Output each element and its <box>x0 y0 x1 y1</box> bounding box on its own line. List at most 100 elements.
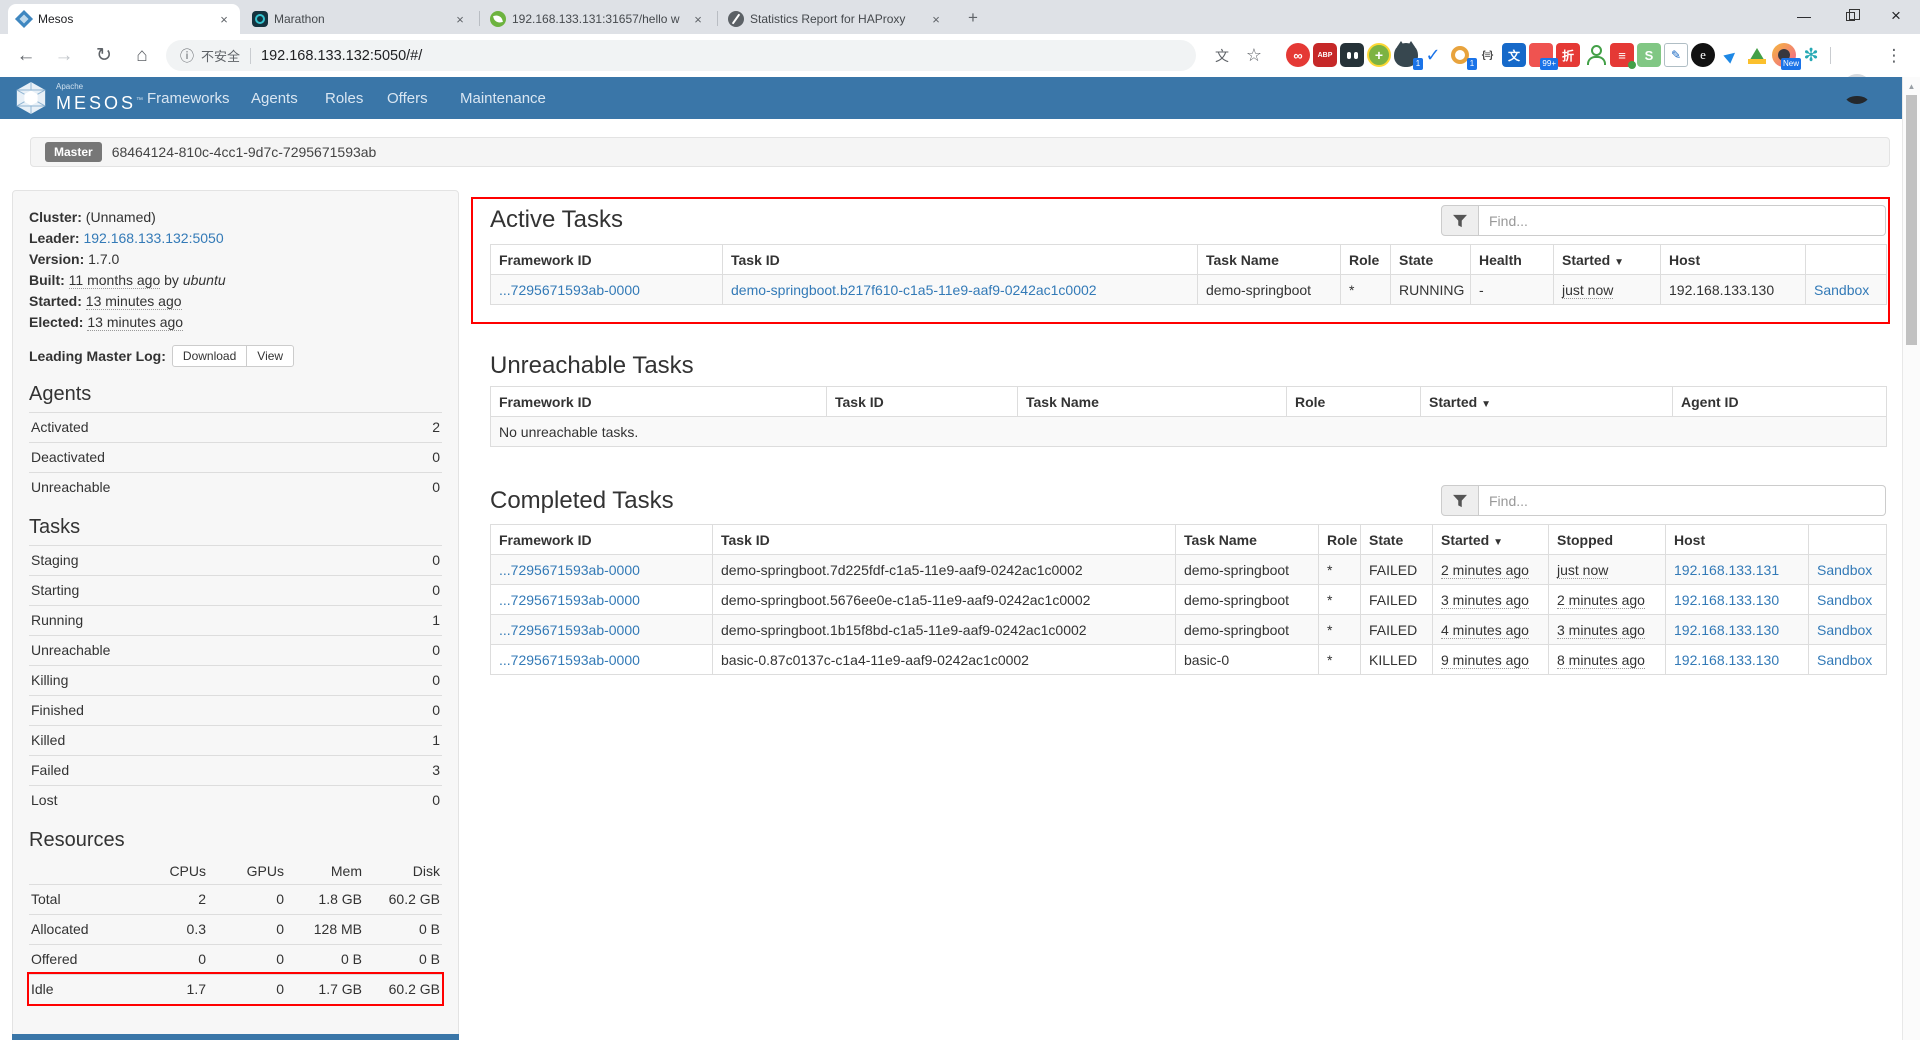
extension-note-pencil-icon[interactable]: ✎ <box>1664 43 1688 67</box>
tab-close-icon[interactable]: × <box>928 12 944 27</box>
log-download-button[interactable]: Download <box>172 345 247 367</box>
bookmark-star-icon[interactable]: ☆ <box>1240 34 1268 77</box>
nav-item-offers[interactable]: Offers <box>387 77 428 119</box>
page-scrollbar[interactable]: ▲ <box>1902 77 1920 1040</box>
col-started[interactable]: Started ▼ <box>1421 387 1673 417</box>
log-view-button[interactable]: View <box>246 345 294 367</box>
address-bar[interactable]: ⓘ 不安全 192.168.133.132:5050/#/ <box>166 40 1196 71</box>
window-close-button[interactable]: × <box>1873 0 1919 32</box>
col-sandbox[interactable] <box>1806 245 1887 275</box>
framework-id-link[interactable]: ...7295671593ab-0000 <box>499 592 640 608</box>
active-tasks-find-input[interactable] <box>1479 205 1886 236</box>
framework-id-link[interactable]: ...7295671593ab-0000 <box>499 652 640 668</box>
host-link[interactable]: 192.168.133.130 <box>1674 652 1779 668</box>
extension-share-icon[interactable]: ▶ <box>1718 43 1742 67</box>
col-task-id[interactable]: Task ID <box>723 245 1198 275</box>
nav-item-frameworks[interactable]: Frameworks <box>147 77 230 119</box>
sandbox-link[interactable]: Sandbox <box>1817 652 1872 668</box>
extension-s-icon[interactable]: S <box>1637 43 1661 67</box>
nav-item-maintenance[interactable]: Maintenance <box>460 77 546 119</box>
col-stopped[interactable]: Stopped <box>1549 525 1666 555</box>
tab-haproxy-stats[interactable]: Statistics Report for HAProxy × <box>720 4 952 34</box>
unreachable-tasks-title: Unreachable Tasks <box>490 352 694 380</box>
col-sandbox[interactable] <box>1809 525 1887 555</box>
col-task-name[interactable]: Task Name <box>1198 245 1341 275</box>
col-health[interactable]: Health <box>1471 245 1554 275</box>
completed-tasks-find-input[interactable] <box>1479 485 1886 516</box>
extension-camera-icon[interactable]: New <box>1772 43 1796 67</box>
scrollbar-thumb[interactable] <box>1906 95 1917 345</box>
extension-translate-icon[interactable]: 文 <box>1502 43 1526 67</box>
extension-green-plus-icon[interactable]: + <box>1367 43 1391 67</box>
new-tab-button[interactable]: + <box>960 6 986 30</box>
browser-menu-icon[interactable]: ⋮ <box>1886 34 1902 77</box>
extension-check-icon[interactable]: ✓ <box>1421 43 1445 67</box>
framework-id-link[interactable]: ...7295671593ab-0000 <box>499 282 640 298</box>
extension-person-icon[interactable] <box>1583 43 1607 67</box>
site-info-icon[interactable]: ⓘ <box>180 46 194 66</box>
window-minimize-button[interactable]: — <box>1781 0 1827 32</box>
window-restore-button[interactable] <box>1827 0 1873 32</box>
tab-spring-hello[interactable]: 192.168.133.131:31657/hello w × <box>482 4 714 34</box>
host-link[interactable]: 192.168.133.130 <box>1674 622 1779 638</box>
active-tasks-find-group <box>1441 205 1886 236</box>
framework-id-link[interactable]: ...7295671593ab-0000 <box>499 562 640 578</box>
home-icon[interactable]: ⌂ <box>124 34 160 77</box>
extension-cat-icon[interactable]: 1 <box>1394 43 1418 67</box>
sandbox-link[interactable]: Sandbox <box>1814 282 1869 298</box>
extension-e-icon[interactable]: e <box>1691 43 1715 67</box>
col-framework-id[interactable]: Framework ID <box>491 525 713 555</box>
nav-item-roles[interactable]: Roles <box>325 77 363 119</box>
tab-close-icon[interactable]: × <box>690 12 706 27</box>
forward-icon[interactable]: → <box>46 34 82 77</box>
tab-mesos[interactable]: Mesos × <box>8 4 240 34</box>
col-role[interactable]: Role <box>1287 387 1421 417</box>
extension-coupon-zhe-icon[interactable]: 折 <box>1556 43 1580 67</box>
extension-infinity-icon[interactable]: ∞ <box>1286 43 1310 67</box>
sandbox-link[interactable]: Sandbox <box>1817 562 1872 578</box>
extension-drive-icon[interactable] <box>1745 43 1769 67</box>
tab-marathon[interactable]: Marathon × <box>244 4 476 34</box>
col-framework-id[interactable]: Framework ID <box>491 387 827 417</box>
leader-link[interactable]: 192.168.133.132:5050 <box>83 230 223 246</box>
mesos-brand[interactable]: Apache MESOS™ <box>14 81 146 115</box>
back-icon[interactable]: ← <box>8 34 44 77</box>
host-link[interactable]: 192.168.133.130 <box>1674 592 1779 608</box>
leading-master-log-row: Leading Master Log: Download View <box>29 343 442 369</box>
filter-icon[interactable] <box>1441 205 1479 236</box>
col-role[interactable]: Role <box>1341 245 1391 275</box>
host-link[interactable]: 192.168.133.131 <box>1674 562 1779 578</box>
extension-tasklist-icon[interactable]: ≡ <box>1610 43 1634 67</box>
extension-orange-ring-icon[interactable]: 1 <box>1448 43 1472 67</box>
extension-braces-icon[interactable]: {≡} <box>1475 43 1499 67</box>
col-task-name[interactable]: Task Name <box>1176 525 1319 555</box>
url-text[interactable]: 192.168.133.132:5050/#/ <box>261 48 422 64</box>
col-task-id[interactable]: Task ID <box>827 387 1018 417</box>
col-started[interactable]: Started ▼ <box>1433 525 1549 555</box>
task-id-link[interactable]: demo-springboot.b217f610-c1a5-11e9-aaf9-… <box>731 282 1097 298</box>
sandbox-link[interactable]: Sandbox <box>1817 622 1872 638</box>
scrollbar-up-icon[interactable]: ▲ <box>1903 82 1920 91</box>
nav-item-agents[interactable]: Agents <box>251 77 298 119</box>
tab-close-icon[interactable]: × <box>216 12 232 27</box>
col-agent-id[interactable]: Agent ID <box>1673 387 1887 417</box>
extension-mail-icon[interactable]: 99+ <box>1529 43 1553 67</box>
col-task-id[interactable]: Task ID <box>713 525 1176 555</box>
col-host[interactable]: Host <box>1666 525 1809 555</box>
col-framework-id[interactable]: Framework ID <box>491 245 723 275</box>
filter-icon[interactable] <box>1441 485 1479 516</box>
reload-icon[interactable]: ↻ <box>86 34 122 77</box>
col-state[interactable]: State <box>1391 245 1471 275</box>
col-task-name[interactable]: Task Name <box>1018 387 1287 417</box>
extension-adblock-plus-icon[interactable]: ABP <box>1313 43 1337 67</box>
sandbox-link[interactable]: Sandbox <box>1817 592 1872 608</box>
translate-page-icon[interactable]: 文 <box>1208 34 1236 77</box>
col-started[interactable]: Started ▼ <box>1554 245 1661 275</box>
col-host[interactable]: Host <box>1661 245 1806 275</box>
extension-hexflower-icon[interactable]: ✻ <box>1799 43 1823 67</box>
extension-dark-eyes-icon[interactable] <box>1340 43 1364 67</box>
tab-close-icon[interactable]: × <box>452 12 468 27</box>
framework-id-link[interactable]: ...7295671593ab-0000 <box>499 622 640 638</box>
col-state[interactable]: State <box>1361 525 1433 555</box>
col-role[interactable]: Role <box>1319 525 1361 555</box>
